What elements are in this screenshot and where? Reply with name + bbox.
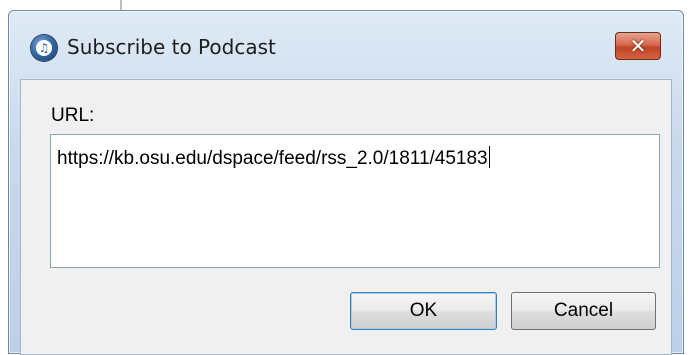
subscribe-dialog: ♫ Subscribe to Podcast ✕ URL: https://kb… [8,10,684,355]
music-note-icon: ♫ [36,40,52,56]
close-button[interactable]: ✕ [615,32,661,60]
title-bar[interactable]: ♫ Subscribe to Podcast ✕ [9,11,683,79]
cancel-button[interactable]: Cancel [511,292,656,330]
close-icon: ✕ [629,34,647,58]
url-input[interactable]: https://kb.osu.edu/dspace/feed/rss_2.0/1… [50,134,660,268]
text-caret [488,146,490,168]
dialog-body: URL: https://kb.osu.edu/dspace/feed/rss_… [20,79,672,355]
ok-button[interactable]: OK [350,292,497,330]
url-label: URL: [51,105,95,126]
background-divider [120,0,122,10]
itunes-icon: ♫ [31,35,57,61]
url-input-value: https://kb.osu.edu/dspace/feed/rss_2.0/1… [57,148,488,169]
dialog-title: Subscribe to Podcast [67,35,276,59]
